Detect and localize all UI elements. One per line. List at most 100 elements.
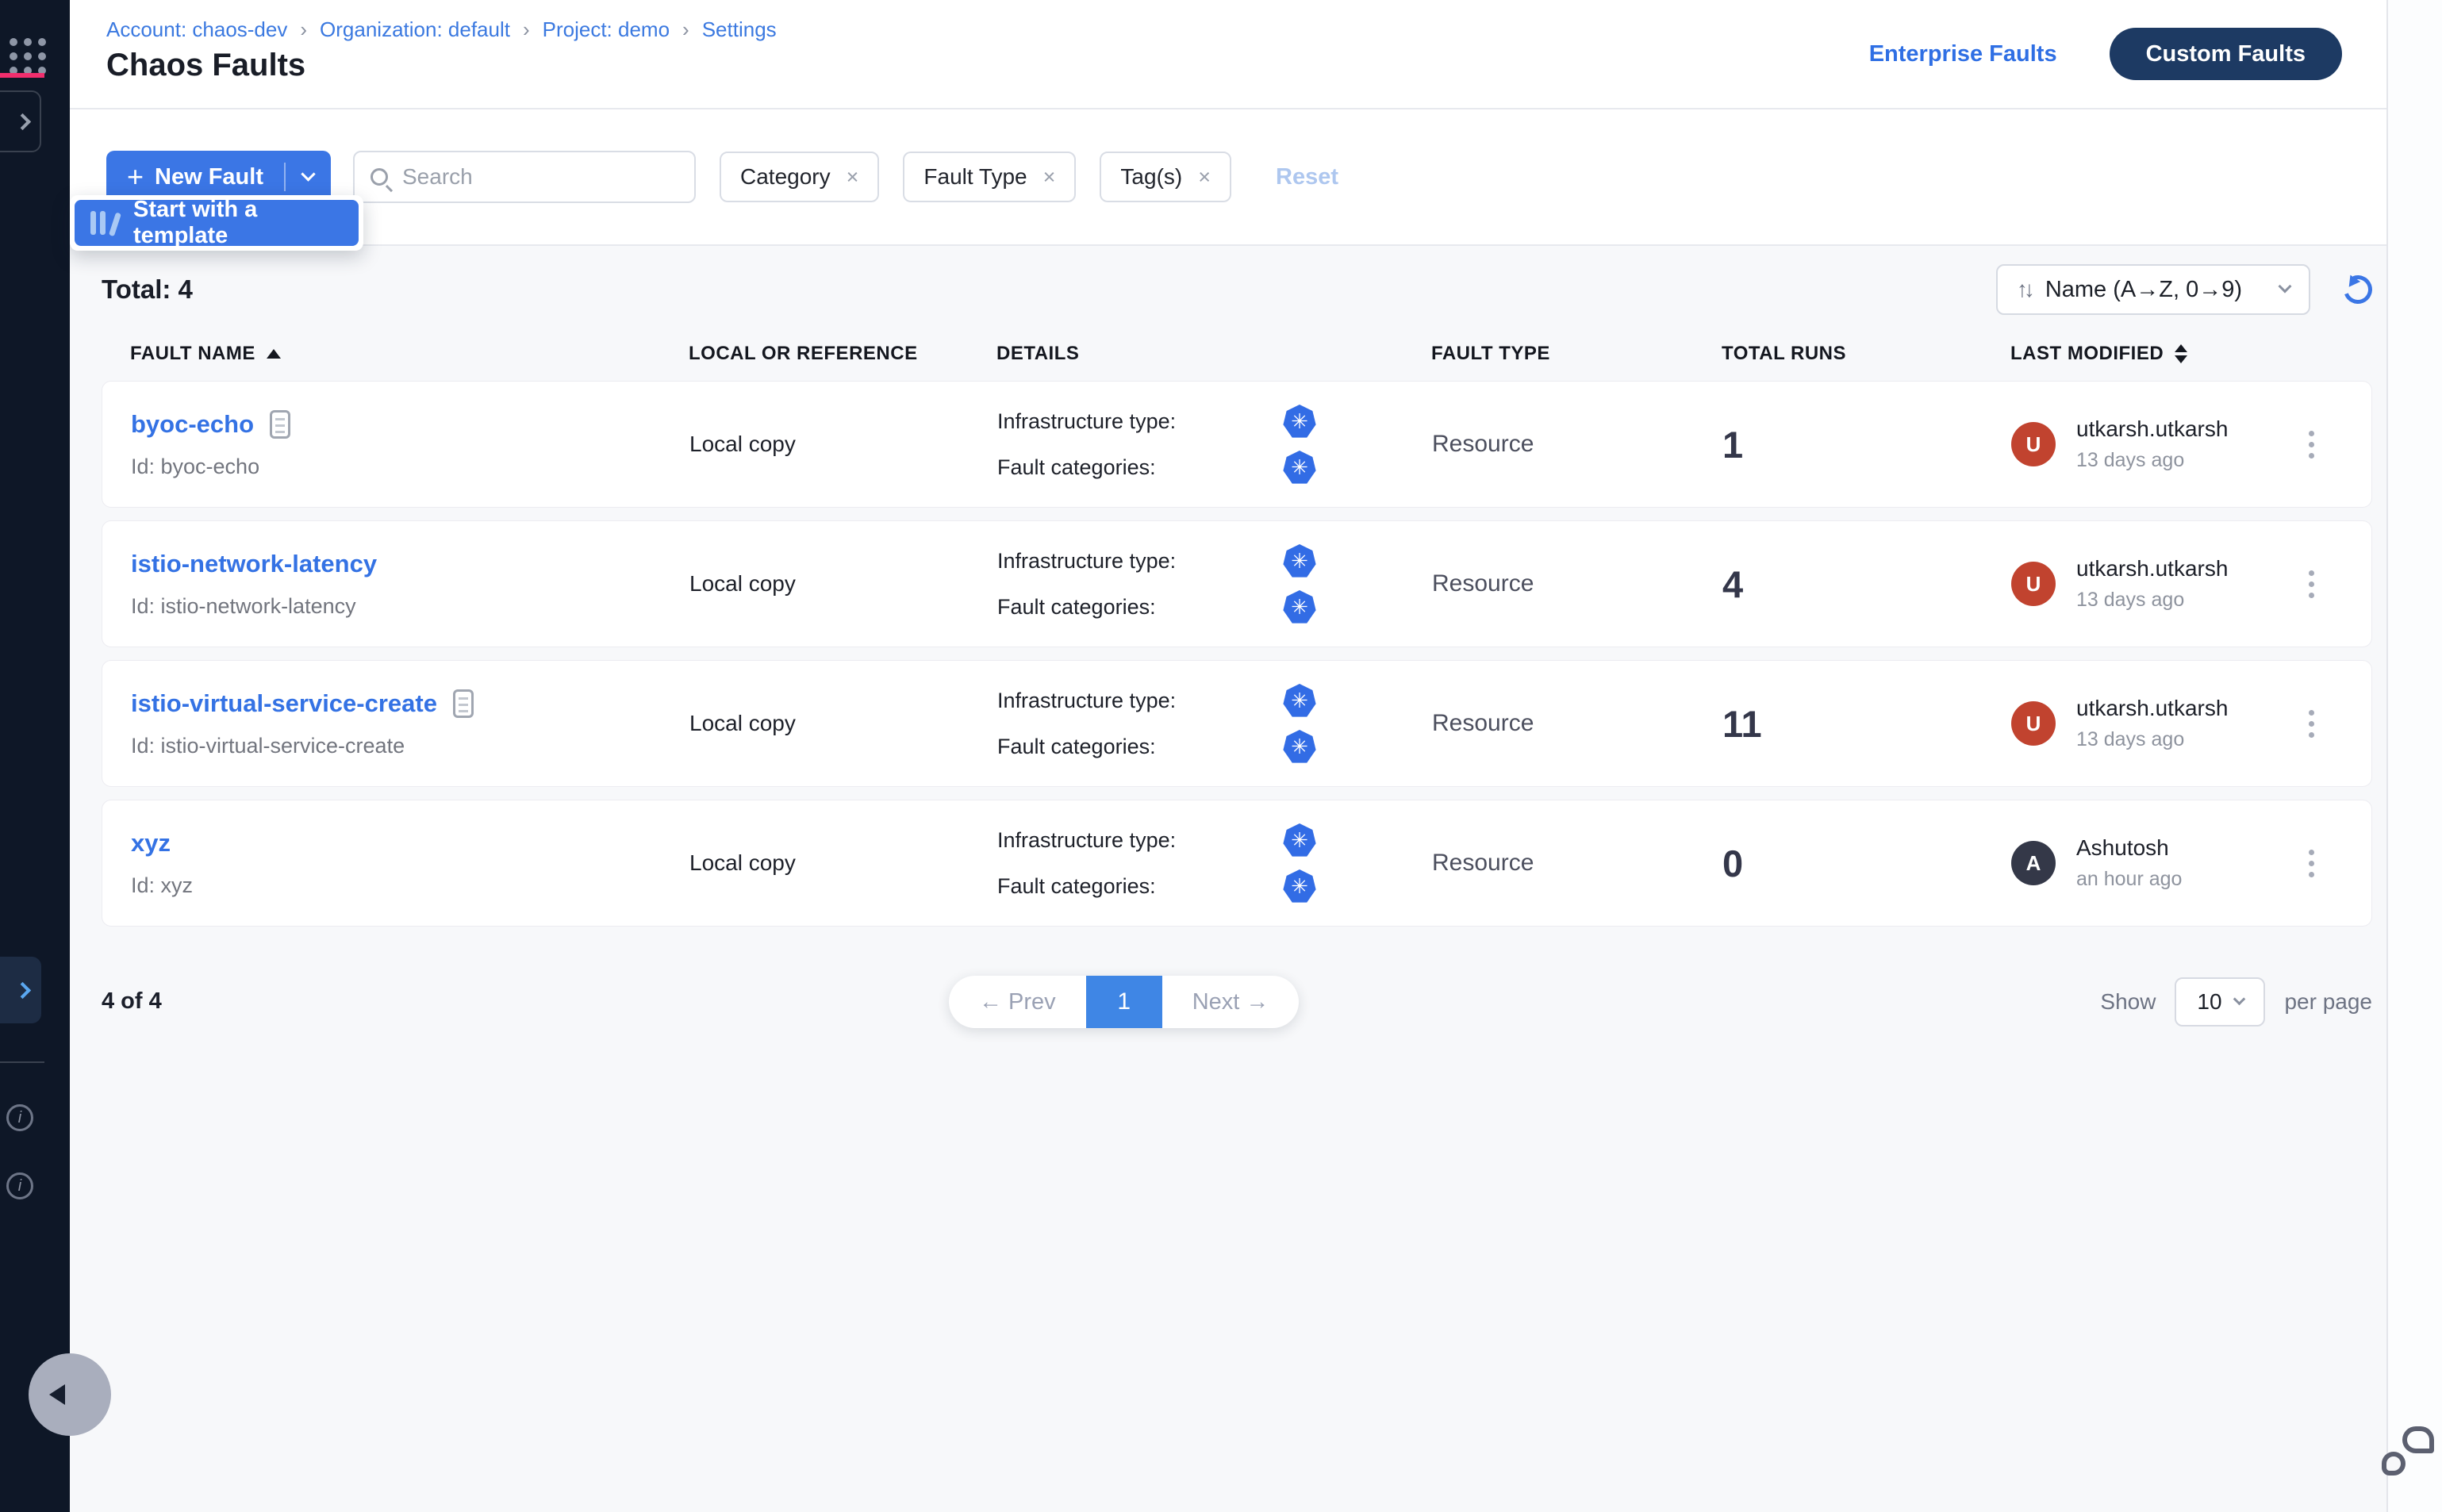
modified-by: Ashutosh [2076, 835, 2182, 861]
start-with-template-label: Start with a template [133, 197, 344, 249]
column-fault-type: FAULT TYPE [1431, 343, 1722, 365]
fault-name-link[interactable]: istio-virtual-service-create [131, 689, 437, 718]
filter-label: Tag(s) [1120, 164, 1182, 190]
sort-dropdown[interactable]: ↑↓ Name (A→Z, 0→9) [1996, 264, 2310, 315]
kubernetes-icon: ✳ [1283, 730, 1316, 763]
current-page-button[interactable]: 1 [1086, 976, 1162, 1028]
chevron-right-icon [14, 981, 31, 998]
sidebar-expand-button[interactable] [0, 90, 41, 152]
page-size-dropdown[interactable]: 10 [2175, 977, 2265, 1027]
column-total-runs: TOTAL RUNS [1722, 343, 2010, 365]
table-header: FAULT NAME LOCAL OR REFERENCE DETAILS FA… [102, 343, 2372, 365]
triangle-left-icon [49, 1384, 65, 1405]
new-fault-menu-button[interactable] [286, 175, 331, 179]
close-icon[interactable]: × [847, 165, 859, 190]
local-or-reference-value: Local copy [689, 571, 997, 597]
next-page-button[interactable]: Next → [1162, 989, 1300, 1015]
faults-list-section: Total: 4 ↑↓ Name (A→Z, 0→9) FAULT NAME L… [70, 263, 2442, 1031]
copy-icon[interactable] [453, 689, 474, 718]
plus-icon: + [127, 163, 144, 191]
row-menu-button[interactable] [2301, 562, 2322, 606]
search-icon [371, 168, 388, 186]
kubernetes-icon: ✳ [1283, 544, 1316, 578]
fault-name-link[interactable]: xyz [131, 829, 171, 858]
refresh-button[interactable] [2339, 271, 2377, 309]
total-runs-value: 4 [1722, 562, 2011, 606]
filter-label: Category [740, 164, 831, 190]
start-with-template-item[interactable]: Start with a template [75, 200, 359, 246]
fault-categories-label: Fault categories: [997, 595, 1283, 620]
breadcrumb-account[interactable]: Account: chaos-dev [106, 17, 287, 42]
sort-direction-icon: ↑↓ [2017, 277, 2031, 302]
breadcrumb-settings[interactable]: Settings [702, 17, 777, 42]
fault-name-link[interactable]: istio-network-latency [131, 550, 377, 578]
search-input[interactable] [402, 164, 664, 190]
local-or-reference-value: Local copy [689, 711, 997, 736]
sidebar-collapse-handle[interactable] [29, 1353, 111, 1436]
column-last-modified[interactable]: LAST MODIFIED [2010, 343, 2372, 365]
chat-support-icon[interactable] [2382, 1426, 2434, 1479]
infrastructure-type-label: Infrastructure type: [997, 409, 1283, 434]
pagination: 4 of 4 ← Prev 1 Next → Show 10 per page [102, 976, 2372, 1031]
row-menu-button[interactable] [2301, 842, 2322, 885]
reset-filters-button[interactable]: Reset [1276, 164, 1338, 190]
sidebar-expand-bottom-button[interactable] [0, 957, 41, 1023]
pagination-count: 4 of 4 [102, 988, 162, 1015]
chevron-down-icon [2279, 280, 2292, 294]
breadcrumb-organization[interactable]: Organization: default [320, 17, 510, 42]
custom-faults-button[interactable]: Custom Faults [2110, 28, 2342, 80]
info-icon: i [18, 1177, 21, 1195]
fault-id: Id: istio-network-latency [131, 594, 689, 619]
fault-row: xyz Id: xyz Local copy Infrastructure ty… [102, 800, 2372, 927]
filter-chip-category[interactable]: Category × [720, 152, 879, 202]
infrastructure-type-label: Infrastructure type: [997, 689, 1283, 713]
close-icon[interactable]: × [1198, 165, 1211, 190]
close-icon[interactable]: × [1043, 165, 1056, 190]
search-box [353, 151, 696, 203]
info-button-2[interactable]: i [6, 1172, 33, 1199]
fault-id: Id: xyz [131, 873, 689, 898]
module-grid-icon[interactable] [10, 38, 46, 75]
kubernetes-icon: ✳ [1283, 684, 1316, 717]
copy-icon[interactable] [270, 410, 290, 439]
new-fault-button[interactable]: + New Fault [106, 163, 284, 191]
scrollbar-track[interactable] [2386, 0, 2442, 1512]
filter-chip-tags[interactable]: Tag(s) × [1100, 152, 1231, 202]
fault-categories-label: Fault categories: [997, 735, 1283, 759]
chevron-right-icon [14, 113, 31, 129]
modified-by: utkarsh.utkarsh [2076, 556, 2228, 581]
fault-type-value: Resource [1432, 570, 1722, 597]
total-runs-value: 1 [1722, 423, 2011, 466]
row-menu-button[interactable] [2301, 423, 2322, 466]
info-button-1[interactable]: i [6, 1104, 33, 1131]
kubernetes-icon: ✳ [1283, 590, 1316, 624]
avatar: U [2011, 562, 2056, 606]
breadcrumb-separator: › [523, 17, 530, 42]
kubernetes-icon: ✳ [1283, 451, 1316, 484]
sort-icon [2175, 344, 2187, 363]
row-menu-button[interactable] [2301, 702, 2322, 746]
breadcrumb-project[interactable]: Project: demo [543, 17, 670, 42]
brand-accent-bar [0, 73, 44, 78]
total-runs-value: 0 [1722, 842, 2011, 885]
avatar: U [2011, 422, 2056, 466]
page-size-value: 10 [2197, 989, 2221, 1015]
modified-time: 13 days ago [2076, 728, 2228, 751]
fault-type-value: Resource [1432, 710, 1722, 737]
show-label: Show [2100, 989, 2156, 1015]
avatar: U [2011, 701, 2056, 746]
prev-page-button[interactable]: ← Prev [949, 989, 1086, 1015]
new-fault-dropdown: Start with a template [70, 195, 363, 251]
column-fault-name[interactable]: FAULT NAME [130, 343, 689, 365]
breadcrumb-separator: › [300, 17, 307, 42]
fault-row: istio-virtual-service-create Id: istio-v… [102, 660, 2372, 787]
template-icon [89, 209, 117, 237]
infrastructure-type-label: Infrastructure type: [997, 549, 1283, 574]
fault-name-link[interactable]: byoc-echo [131, 410, 254, 439]
enterprise-faults-link[interactable]: Enterprise Faults [1869, 41, 2057, 67]
filter-chip-fault-type[interactable]: Fault Type × [903, 152, 1076, 202]
info-icon: i [18, 1109, 21, 1127]
header-actions: Enterprise Faults Custom Faults [1869, 0, 2342, 108]
avatar: A [2011, 841, 2056, 885]
fault-type-value: Resource [1432, 431, 1722, 458]
